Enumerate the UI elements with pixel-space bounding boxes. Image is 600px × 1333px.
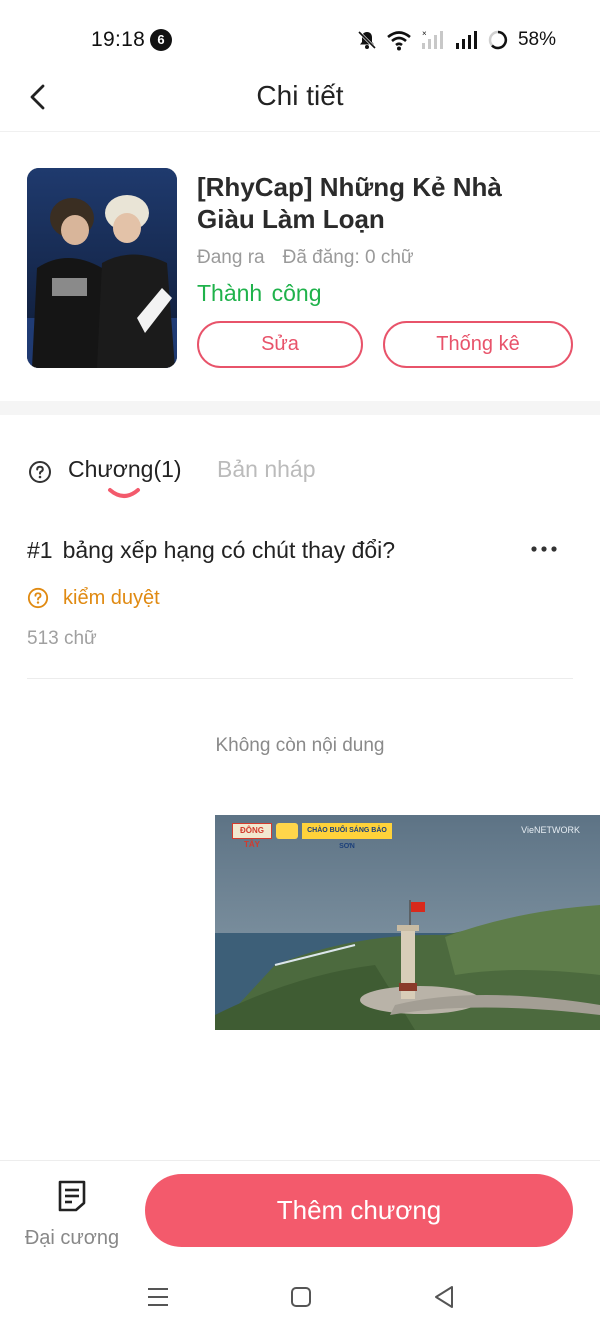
publish-result: Thành công xyxy=(197,280,322,306)
chapter-title-row: #1 bảng xếp hạng có chút thay đổi? xyxy=(27,537,395,564)
wifi-icon xyxy=(387,31,411,51)
video-badge-left: ĐÔNG TÂY xyxy=(232,823,272,849)
status-bar: 19:18 6 × 58% xyxy=(0,0,600,72)
tab-bar: Chương(1) Bản nháp xyxy=(0,440,600,510)
book-cover-image[interactable] xyxy=(27,168,177,368)
published-words: Đã đăng: 0 chữ xyxy=(282,247,414,268)
battery-percent: 58% xyxy=(517,29,556,50)
video-badge-right: CHÀO BUỔI SÁNG BẢO SƠN xyxy=(302,823,392,850)
chapter-title: bảng xếp hạng có chút thay đổi? xyxy=(62,537,396,563)
book-title: [RhyCap] Những Kẻ Nhà Giàu Làm Loạn xyxy=(197,172,502,234)
review-status: kiểm duyệt xyxy=(27,585,160,611)
video-channel-badges: ĐÔNG TÂY CHÀO BUỔI SÁNG BẢO SƠN xyxy=(232,823,392,850)
more-options-icon[interactable] xyxy=(528,538,560,560)
row-divider xyxy=(27,678,573,679)
tab-chapters[interactable]: Chương(1) xyxy=(68,456,182,483)
header: Chi tiết xyxy=(0,72,600,132)
ongoing-status: Đang ra xyxy=(197,247,265,268)
page-title: Chi tiết xyxy=(256,80,344,111)
document-icon xyxy=(58,1180,86,1212)
cover-illustration xyxy=(27,168,177,368)
video-frame xyxy=(215,815,600,1030)
signal-empty-icon: × xyxy=(421,29,443,49)
battery-icon xyxy=(488,30,508,50)
floating-video-player[interactable]: ĐÔNG TÂY CHÀO BUỔI SÁNG BẢO SƠN VieNETWO… xyxy=(215,815,600,1030)
end-of-list-text: Không còn nội dung xyxy=(215,735,385,756)
system-back-icon[interactable] xyxy=(432,1284,456,1310)
bell-off-icon xyxy=(357,30,377,50)
status-time: 19:18 xyxy=(91,28,146,51)
review-question-icon xyxy=(27,587,49,609)
edit-button[interactable]: Sửa xyxy=(197,321,363,368)
book-meta: Đang ra Đã đăng: 0 chữ xyxy=(197,247,414,269)
chapter-number: #1 xyxy=(27,537,53,563)
outline-label: Đại cương xyxy=(24,1227,120,1249)
help-icon[interactable] xyxy=(28,460,52,484)
statistics-button[interactable]: Thống kê xyxy=(383,321,573,368)
outline-button[interactable]: Đại cương xyxy=(20,1177,124,1257)
review-status-text: kiểm duyệt xyxy=(63,586,160,609)
section-divider xyxy=(0,401,600,415)
chapter-list-item[interactable]: #1 bảng xếp hạng có chút thay đổi? kiểm d… xyxy=(0,520,600,680)
system-navigation-bar xyxy=(0,1260,600,1333)
notification-count-badge: 6 xyxy=(150,29,172,51)
signal-icon xyxy=(455,31,477,49)
add-chapter-button[interactable]: Thêm chương xyxy=(145,1174,573,1247)
video-badge-logo xyxy=(276,823,298,839)
home-icon[interactable] xyxy=(290,1286,312,1308)
book-info: [RhyCap] Những Kẻ Nhà Giàu Làm Loạn Đang… xyxy=(0,133,600,401)
chapter-word-count: 513 chữ xyxy=(27,628,97,649)
tab-drafts[interactable]: Bản nháp xyxy=(217,456,315,483)
svg-text:×: × xyxy=(422,29,427,38)
tab-active-indicator xyxy=(108,488,140,498)
status-icons: × 58% xyxy=(356,27,556,53)
bottom-action-bar: Đại cương Thêm chương xyxy=(0,1160,600,1260)
recent-apps-icon[interactable] xyxy=(146,1286,170,1308)
video-network-logo: VieNETWORK xyxy=(521,825,580,835)
